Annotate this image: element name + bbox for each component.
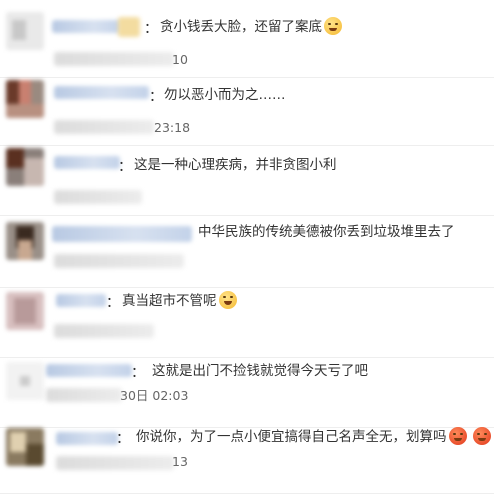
comment-text: 这是一种心理疾病，并非贪图小利 xyxy=(134,157,337,173)
timestamp-redacted xyxy=(46,388,122,402)
comment-text: 中华民族的传统美德被你丢到垃圾堆里去了 xyxy=(198,224,455,240)
avatar[interactable] xyxy=(6,428,44,466)
laughing-crying-emoji-icon xyxy=(218,291,237,309)
comment-row: ： 勿以恶小而为之…… 23:18 xyxy=(0,68,494,146)
comment-row: 中华民族的传统美德被你丢到垃圾堆里去了 xyxy=(0,210,494,288)
smirk-emoji-icon xyxy=(324,17,342,35)
comment-row: ： 你说你，为了一点小便宜搞得自己名声全无，划算吗 13 xyxy=(0,416,494,494)
username-redacted[interactable] xyxy=(54,86,149,99)
timestamp: 13 xyxy=(172,454,188,469)
avatar[interactable] xyxy=(6,80,44,118)
separator: ： xyxy=(106,295,120,311)
timestamp: 10 xyxy=(172,52,188,67)
comment-row: ： 贪小钱丢大脸，还留了案底 10 xyxy=(0,0,494,78)
avatar[interactable] xyxy=(6,292,44,330)
timestamp-redacted xyxy=(54,120,154,134)
timestamp-redacted xyxy=(56,456,174,470)
avatar[interactable] xyxy=(6,12,44,50)
separator: ： xyxy=(118,159,132,175)
username-redacted[interactable] xyxy=(52,20,122,33)
timestamp-redacted xyxy=(54,190,142,204)
avatar-badge-redacted xyxy=(118,17,140,37)
avatar[interactable] xyxy=(6,222,44,260)
timestamp-redacted xyxy=(54,324,154,338)
timestamp: 30日 02:03 xyxy=(120,388,189,403)
timestamp-redacted xyxy=(54,254,184,268)
username-redacted[interactable] xyxy=(46,364,132,377)
separator: ： xyxy=(116,431,130,447)
comment-text: 勿以恶小而为之…… xyxy=(164,87,286,103)
comment-text: 这就是出门不捡钱就觉得今天亏了吧 xyxy=(152,363,368,379)
timestamp-redacted xyxy=(54,52,174,66)
comment-text-content: 真当超市不管呢 xyxy=(122,293,217,309)
username-redacted[interactable] xyxy=(56,294,106,307)
comment-text-content: 你说你，为了一点小便宜搞得自己名声全无，划算吗 xyxy=(136,429,447,445)
separator: ： xyxy=(149,89,163,105)
username-redacted[interactable] xyxy=(56,432,118,445)
comment-row: ： 这是一种心理疾病，并非贪图小利 xyxy=(0,138,494,216)
angry-emoji-icon xyxy=(448,427,467,445)
comment-text: 真当超市不管呢 xyxy=(122,291,237,311)
avatar[interactable] xyxy=(6,148,44,186)
comment-text: 你说你，为了一点小便宜搞得自己名声全无，划算吗 xyxy=(136,427,491,447)
avatar[interactable] xyxy=(6,362,44,400)
comment-row: ： 真当超市不管呢 xyxy=(0,280,494,358)
username-redacted[interactable] xyxy=(54,156,120,169)
separator: ： xyxy=(144,21,158,37)
comment-text: 贪小钱丢大脸，还留了案底 xyxy=(160,17,342,37)
angry-emoji-icon xyxy=(472,427,491,445)
comment-text-content: 贪小钱丢大脸，还留了案底 xyxy=(160,19,322,35)
username-redacted[interactable] xyxy=(52,226,192,242)
separator: ： xyxy=(131,365,145,381)
timestamp: 23:18 xyxy=(154,120,191,135)
